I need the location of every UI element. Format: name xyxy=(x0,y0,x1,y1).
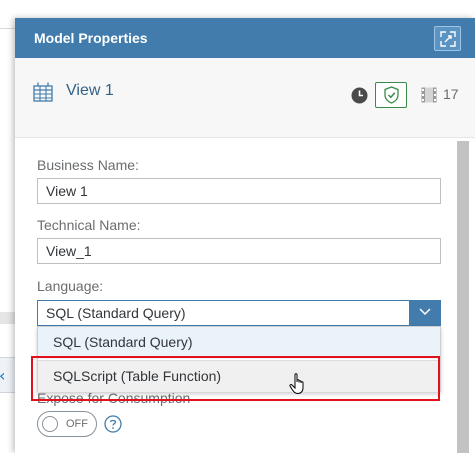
panel-header: Model Properties xyxy=(15,18,475,58)
shield-check-icon xyxy=(384,86,399,104)
language-select[interactable]: SQL (Standard Query) xyxy=(37,300,441,326)
clock-icon[interactable] xyxy=(351,87,368,104)
business-name-label: Business Name: xyxy=(37,157,139,173)
view-table-icon xyxy=(33,82,53,102)
help-icon[interactable] xyxy=(104,415,122,433)
expose-toggle[interactable]: OFF xyxy=(37,411,97,437)
toggle-state: OFF xyxy=(66,418,88,430)
language-select-value: SQL (Standard Query) xyxy=(46,305,186,321)
technical-name-input[interactable]: View_1 xyxy=(37,238,441,264)
dependency-count: 17 xyxy=(443,86,459,102)
scrollbar-thumb[interactable] xyxy=(457,141,469,453)
view-subheader: View 1 17 xyxy=(15,58,475,138)
panel-title: Model Properties xyxy=(34,30,148,46)
highlight-box xyxy=(31,356,440,401)
film-icon[interactable] xyxy=(421,87,437,103)
chevron-down-icon xyxy=(419,308,431,316)
shield-status-button[interactable] xyxy=(375,82,407,108)
chevron-left-icon[interactable]: ‹ xyxy=(0,366,5,385)
business-name-input[interactable]: View 1 xyxy=(37,178,441,204)
hand-cursor-icon xyxy=(289,373,304,395)
expand-button[interactable] xyxy=(434,26,461,51)
expand-icon xyxy=(440,31,456,47)
view-name: View 1 xyxy=(66,82,114,99)
language-option-sql[interactable]: SQL (Standard Query) xyxy=(38,327,440,359)
language-label: Language: xyxy=(37,278,104,294)
model-properties-panel: Model Properties View 1 17 Business Name… xyxy=(15,18,475,453)
language-select-toggle[interactable] xyxy=(409,300,441,326)
toggle-knob xyxy=(42,416,58,432)
technical-name-label: Technical Name: xyxy=(37,217,141,233)
